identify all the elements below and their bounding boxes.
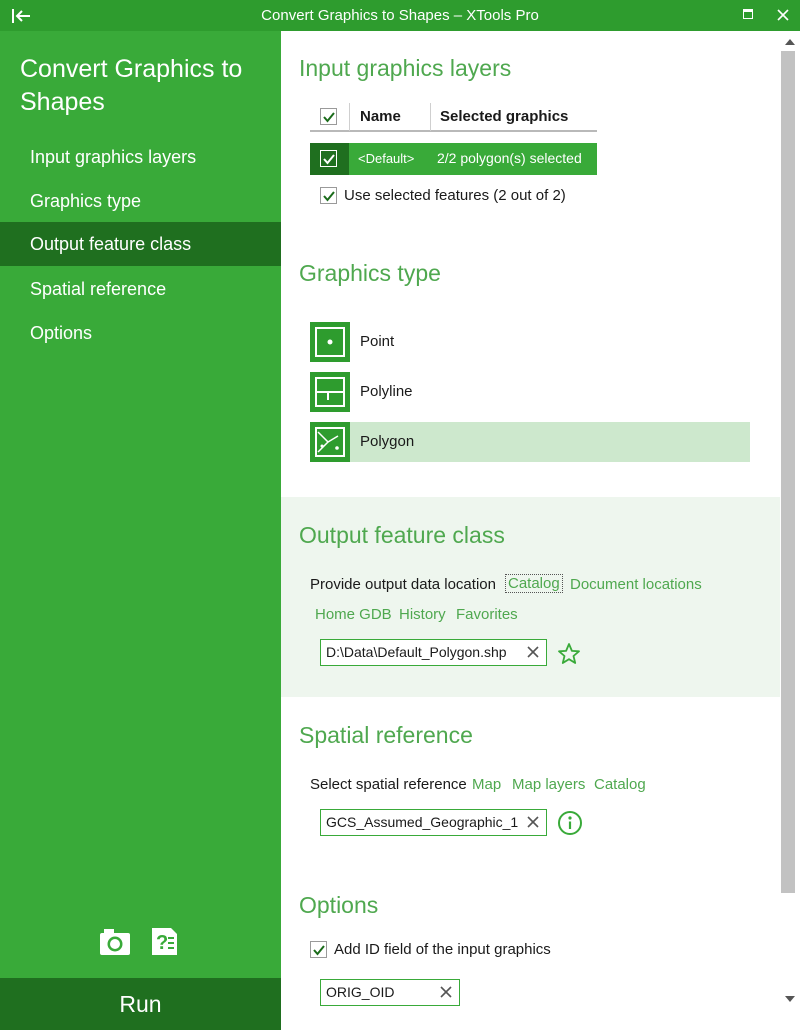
link-spatial-catalog[interactable]: Catalog: [594, 776, 646, 793]
clear-icon[interactable]: [526, 815, 540, 829]
camera-icon[interactable]: [98, 924, 132, 958]
layer-name-cell: <Default>: [358, 151, 415, 166]
vertical-scrollbar[interactable]: [780, 31, 800, 1030]
selected-graphics-cell: 2/2 polygon(s) selected: [437, 150, 582, 166]
sidebar-item-options[interactable]: Options: [0, 311, 281, 355]
link-history[interactable]: History: [399, 606, 446, 623]
maximize-icon[interactable]: [743, 9, 753, 19]
point-icon: [310, 322, 350, 362]
link-map-layers[interactable]: Map layers: [512, 776, 585, 793]
use-selected-checkbox[interactable]: [320, 187, 337, 204]
column-header-name[interactable]: Name: [360, 108, 401, 125]
spatial-reference-value: GCS_Assumed_Geographic_1: [326, 814, 519, 830]
spatial-prompt: Select spatial reference: [310, 776, 467, 793]
graphics-type-label: Point: [360, 333, 395, 350]
sidebar: Convert Graphics to Shapes Input graphic…: [0, 31, 281, 1030]
graphics-type-label: Polygon: [360, 433, 415, 450]
sidebar-item-graphics-type[interactable]: Graphics type: [0, 179, 281, 223]
output-prompt: Provide output data location: [310, 576, 496, 593]
id-field-name-value: ORIG_OID: [326, 984, 395, 1000]
scroll-down-icon[interactable]: [785, 996, 795, 1002]
graphics-type-label: Polyline: [360, 383, 413, 400]
sidebar-item-input-graphics-layers[interactable]: Input graphics layers: [0, 135, 281, 179]
polyline-icon: [310, 372, 350, 412]
scroll-up-icon[interactable]: [785, 39, 795, 45]
info-icon[interactable]: [557, 810, 583, 836]
use-selected-label: Use selected features (2 out of 2): [344, 187, 566, 204]
svg-text:?: ?: [156, 932, 168, 954]
clear-icon[interactable]: [526, 645, 540, 659]
add-id-label: Add ID field of the input graphics: [334, 941, 551, 958]
run-button[interactable]: Run: [0, 978, 281, 1030]
column-separator: [349, 103, 350, 131]
link-document-locations[interactable]: Document locations: [570, 576, 702, 593]
content-panel: Input graphics layers Name Selected grap…: [281, 31, 780, 1030]
add-id-checkbox[interactable]: [310, 941, 327, 958]
section-title-spatial: Spatial reference: [299, 722, 473, 748]
graphics-type-point[interactable]: Point: [310, 322, 750, 362]
section-title-input-layers: Input graphics layers: [299, 55, 512, 81]
close-icon[interactable]: [776, 8, 790, 22]
link-catalog[interactable]: Catalog: [505, 574, 563, 593]
spatial-reference-field[interactable]: GCS_Assumed_Geographic_1: [320, 809, 547, 836]
title-bar: Convert Graphics to Shapes – XTools Pro: [0, 0, 800, 31]
column-separator: [430, 103, 431, 131]
section-title-options: Options: [299, 892, 379, 918]
polygon-icon: [310, 422, 350, 462]
sidebar-item-spatial-reference[interactable]: Spatial reference: [0, 267, 281, 311]
section-title-output: Output feature class: [299, 522, 505, 548]
scrollbar-thumb[interactable]: [781, 51, 795, 893]
sidebar-heading: Convert Graphics to Shapes: [20, 55, 243, 116]
layers-grid-header: Name Selected graphics: [310, 101, 597, 132]
link-favorites[interactable]: Favorites: [456, 606, 518, 623]
table-row[interactable]: <Default> 2/2 polygon(s) selected: [310, 143, 597, 175]
clear-icon[interactable]: [439, 985, 453, 999]
link-home-gdb[interactable]: Home GDB: [315, 606, 392, 623]
window-title: Convert Graphics to Shapes – XTools Pro: [261, 7, 539, 24]
id-field-name-input[interactable]: ORIG_OID: [320, 979, 460, 1006]
sidebar-item-output-feature-class[interactable]: Output feature class: [0, 222, 281, 266]
output-path-field[interactable]: D:\Data\Default_Polygon.shp: [320, 639, 547, 666]
graphics-type-polyline[interactable]: Polyline: [310, 372, 750, 412]
column-header-selected-graphics[interactable]: Selected graphics: [440, 108, 568, 125]
row-check-cell: [310, 143, 349, 175]
section-title-graphics-type: Graphics type: [299, 260, 441, 286]
row-checkbox[interactable]: [320, 150, 337, 167]
select-all-checkbox[interactable]: [320, 108, 337, 125]
graphics-type-polygon[interactable]: Polygon: [310, 422, 750, 462]
output-path-value: D:\Data\Default_Polygon.shp: [326, 644, 507, 660]
help-doc-icon[interactable]: ?: [147, 924, 181, 958]
link-map[interactable]: Map: [472, 776, 501, 793]
favorite-star-icon[interactable]: [557, 642, 581, 666]
